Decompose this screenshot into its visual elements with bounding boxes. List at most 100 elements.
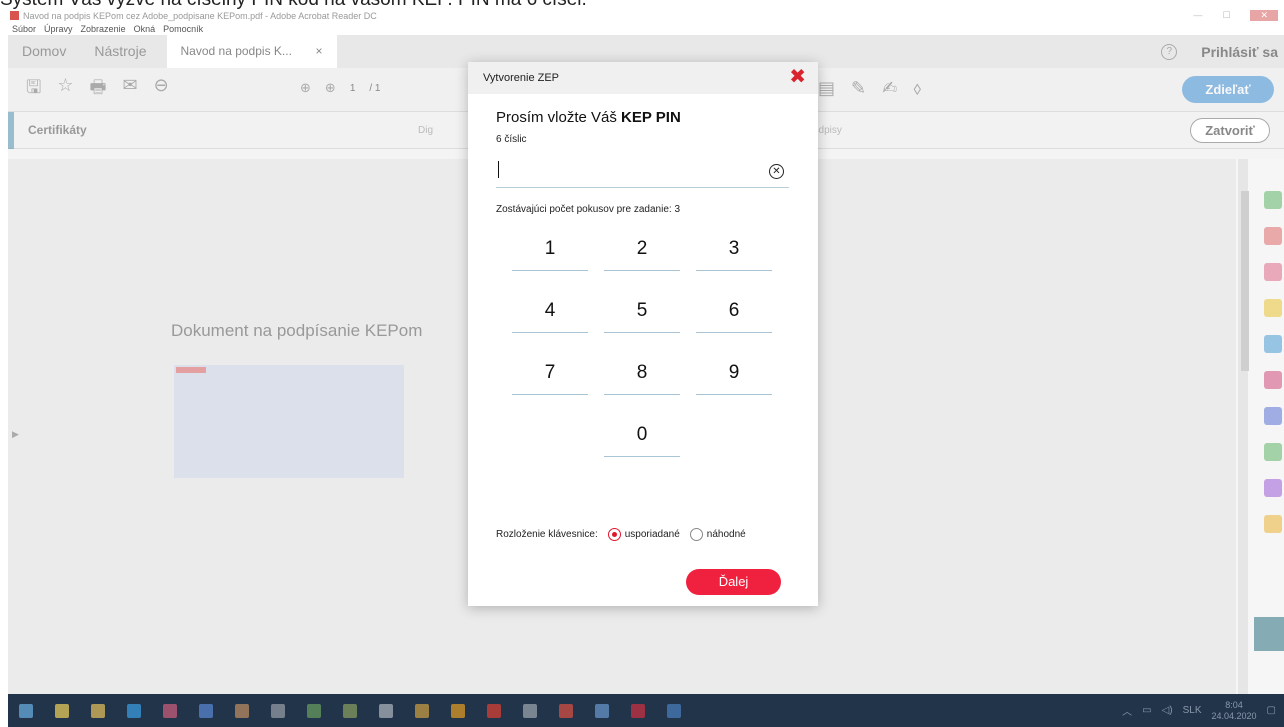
app-icon-4[interactable] bbox=[415, 703, 429, 718]
layout-ordered-radio[interactable] bbox=[607, 528, 621, 541]
keypad-key-0[interactable]: 0 bbox=[604, 415, 680, 457]
language-indicator[interactable]: SLK bbox=[1183, 705, 1202, 716]
menu-window[interactable]: Okná bbox=[134, 24, 156, 34]
keypad-key-8[interactable]: 8 bbox=[604, 353, 680, 395]
keypad-key-2[interactable]: 2 bbox=[604, 229, 680, 271]
email-icon[interactable]: ✉ bbox=[122, 75, 137, 105]
menu-help[interactable]: Pomocník bbox=[163, 24, 203, 34]
page-total: / 1 bbox=[369, 82, 381, 94]
page-down-icon[interactable]: ⊕ bbox=[325, 80, 336, 96]
right-tools-panel bbox=[1236, 159, 1284, 694]
keypad-key-9[interactable]: 9 bbox=[696, 353, 772, 395]
tab-close-icon[interactable]: × bbox=[315, 35, 322, 68]
digital-id-link[interactable]: Dig bbox=[418, 125, 433, 136]
digits-hint: 6 číslic bbox=[496, 134, 527, 145]
vertical-scrollbar[interactable] bbox=[1238, 159, 1249, 694]
paint-icon[interactable] bbox=[163, 703, 177, 718]
close-tool-button[interactable]: Zatvoriť bbox=[1190, 118, 1270, 143]
menu-bar: Súbor Úpravy Zobrazenie Okná Pomocník bbox=[8, 22, 1284, 35]
clear-input-icon[interactable]: ✕ bbox=[769, 164, 784, 179]
word-icon[interactable] bbox=[667, 703, 681, 718]
layout-random-label[interactable]: náhodné bbox=[707, 529, 746, 540]
title-bar: Navod na podpis KEPom cez Adobe_podpisan… bbox=[8, 9, 1284, 22]
fill-sign-tool-icon[interactable] bbox=[1264, 371, 1282, 389]
layout-random-radio[interactable] bbox=[689, 528, 703, 541]
chrome-icon[interactable] bbox=[451, 703, 465, 718]
minimize-icon[interactable]: — bbox=[1193, 10, 1202, 21]
layout-ordered-label[interactable]: usporiadané bbox=[625, 529, 680, 540]
taskbar: ︿ ▭ ◁) SLK 8:04 24.04.2020 ▢ bbox=[8, 694, 1284, 727]
create-pdf-icon[interactable] bbox=[1264, 227, 1282, 245]
keypad-key-6[interactable]: 6 bbox=[696, 291, 772, 333]
protect-icon[interactable] bbox=[1264, 407, 1282, 425]
signin-link[interactable]: Prihlásiť sa bbox=[1201, 44, 1278, 60]
acrobat-taskbar-icon[interactable] bbox=[631, 703, 645, 718]
keypad-key-5[interactable]: 5 bbox=[604, 291, 680, 333]
window-close-icon[interactable]: ✕ bbox=[1250, 10, 1278, 21]
certificates-tool-icon[interactable] bbox=[1254, 617, 1284, 651]
pin-prompt-bold: KEP PIN bbox=[621, 109, 681, 126]
combine-files-icon[interactable] bbox=[1264, 335, 1282, 353]
dialog-header: Vytvorenie ZEP ✖ bbox=[468, 62, 818, 94]
page-up-icon[interactable]: ⊕ bbox=[300, 80, 311, 96]
explorer-icon[interactable] bbox=[91, 703, 105, 718]
menu-edit[interactable]: Úpravy bbox=[44, 24, 73, 34]
signature-tag bbox=[176, 367, 206, 373]
clock[interactable]: 8:04 24.04.2020 bbox=[1212, 700, 1257, 722]
notifications-icon[interactable]: ▢ bbox=[1267, 705, 1276, 716]
edit-pdf-icon[interactable] bbox=[1264, 443, 1282, 461]
dialog-title: Vytvorenie ZEP bbox=[483, 72, 560, 84]
keypad-key-3[interactable]: 3 bbox=[696, 229, 772, 271]
network-icon[interactable]: ▭ bbox=[1142, 705, 1151, 716]
save-app-icon[interactable] bbox=[199, 703, 213, 718]
opera-icon[interactable] bbox=[487, 703, 501, 718]
layout-label: Rozloženie klávesnice: bbox=[496, 529, 598, 540]
zoom-out-icon[interactable]: ⊖ bbox=[154, 75, 169, 105]
app-icon-3[interactable] bbox=[379, 703, 393, 718]
certificates-label: Certifikáty bbox=[28, 123, 87, 137]
highlight-icon[interactable]: ✎ bbox=[851, 78, 866, 99]
scrollbar-thumb[interactable] bbox=[1241, 191, 1249, 371]
app-icon-7[interactable] bbox=[595, 703, 609, 718]
help-icon[interactable]: ? bbox=[1161, 43, 1178, 60]
comment-icon[interactable]: ▤ bbox=[818, 78, 835, 99]
app-icon-2[interactable] bbox=[343, 703, 357, 718]
signature-field[interactable] bbox=[174, 365, 404, 478]
sign-icon[interactable]: ✍ bbox=[882, 78, 897, 99]
store-icon[interactable] bbox=[55, 703, 69, 718]
maximize-icon[interactable]: ☐ bbox=[1222, 10, 1230, 21]
bookmark-star-icon[interactable]: ☆ bbox=[57, 75, 73, 105]
skype-icon[interactable] bbox=[127, 703, 141, 718]
menu-view[interactable]: Zobrazenie bbox=[81, 24, 126, 34]
pin-input[interactable] bbox=[496, 156, 789, 188]
export-pdf-icon[interactable] bbox=[1264, 191, 1282, 209]
tab-tools[interactable]: Nástroje bbox=[80, 35, 160, 68]
dialog-close-icon[interactable]: ✖ bbox=[789, 67, 806, 87]
fill-sign-icon[interactable]: ⬨ bbox=[913, 78, 921, 99]
page-current[interactable]: 1 bbox=[350, 83, 356, 94]
app-icon-6[interactable] bbox=[559, 703, 573, 718]
print-icon[interactable]: 🖶 bbox=[89, 75, 106, 105]
send-signature-icon[interactable] bbox=[1264, 479, 1282, 497]
keypad-key-1[interactable]: 1 bbox=[512, 229, 588, 271]
organize-pages-icon[interactable] bbox=[1264, 263, 1282, 281]
volume-icon[interactable]: ◁) bbox=[1162, 705, 1173, 716]
tray-arrow-icon[interactable]: ︿ bbox=[1122, 703, 1132, 718]
more-tools-icon[interactable] bbox=[1264, 515, 1282, 533]
app-icon-5[interactable] bbox=[523, 703, 537, 718]
comment-tool-icon[interactable] bbox=[1264, 299, 1282, 317]
app-icon-1[interactable] bbox=[307, 703, 321, 718]
tab-document[interactable]: Navod na podpis K... × bbox=[166, 35, 337, 68]
next-button[interactable]: Ďalej bbox=[686, 569, 781, 595]
tab-home[interactable]: Domov bbox=[8, 35, 80, 68]
keypad-key-4[interactable]: 4 bbox=[512, 291, 588, 333]
calculator-icon[interactable] bbox=[271, 703, 285, 718]
share-button[interactable]: Zdieľať bbox=[1182, 76, 1274, 103]
menu-file[interactable]: Súbor bbox=[12, 24, 36, 34]
text-caret bbox=[498, 161, 499, 178]
left-panel-toggle-icon[interactable]: ▶ bbox=[12, 429, 19, 440]
media-icon[interactable] bbox=[235, 703, 249, 718]
start-icon[interactable] bbox=[19, 703, 33, 718]
keypad-key-7[interactable]: 7 bbox=[512, 353, 588, 395]
save-icon[interactable]: 🖫 bbox=[26, 75, 41, 105]
